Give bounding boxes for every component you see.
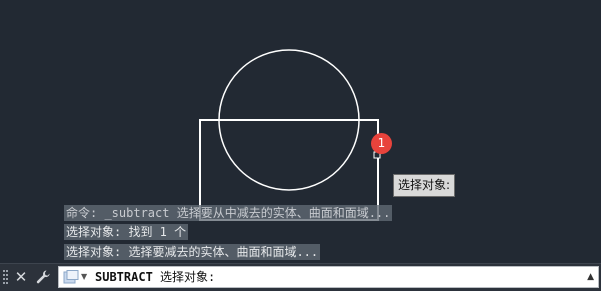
step-marker-badge: 1 [371,133,392,154]
drawing-canvas[interactable]: 1 选择对象: 命令: _subtract 选择要从中减去的实体、曲面和面域..… [0,0,601,262]
command-history-line: 选择对象: 找到 1 个 [64,224,189,240]
active-command-name: SUBTRACT [95,270,153,284]
command-history-line: 选择对象: 选择要减去的实体、曲面和面域... [64,244,321,260]
command-prompt-label: 选择对象: [160,270,216,284]
cursor-prompt-tooltip: 选择对象: [393,174,456,197]
command-line-bar: ✕ ▼ SUBTRACT 选择对象: ▲ [0,263,601,291]
grip-icon[interactable] [3,270,9,286]
history-dropdown-icon[interactable]: ▲ [587,267,594,287]
command-prompt-text: SUBTRACT 选择对象: [95,267,215,287]
wrench-icon[interactable] [34,268,52,286]
close-icon[interactable]: ✕ [12,268,30,286]
prompt-dropdown-icon[interactable]: ▼ [81,267,87,287]
command-prompt-icon[interactable] [63,270,79,285]
drawing-geometry [199,49,381,221]
command-history-line: 命令: _subtract 选择要从中减去的实体、曲面和面域... [64,205,393,221]
command-input[interactable]: ▼ SUBTRACT 选择对象: ▲ [58,266,599,288]
